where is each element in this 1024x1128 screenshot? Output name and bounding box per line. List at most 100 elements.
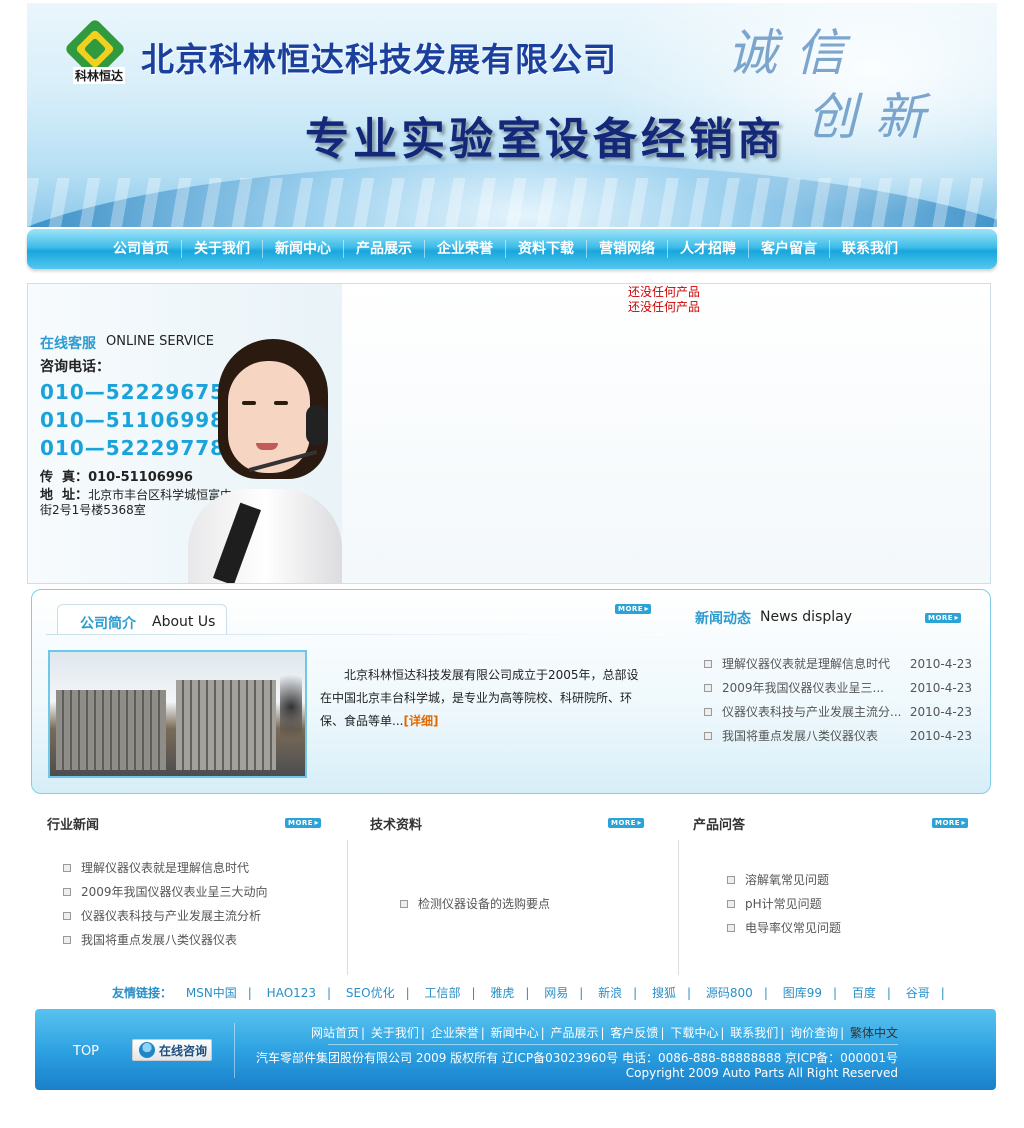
nav-item-contact[interactable]: 联系我们 [829, 240, 910, 258]
divider [328, 1044, 898, 1045]
footer-link-home[interactable]: 网站首页 [311, 1026, 359, 1040]
divider [46, 634, 664, 635]
user-icon [139, 1042, 155, 1058]
bullet-icon [727, 924, 735, 932]
news-item-title[interactable]: 理解仪器仪表就是理解信息时代 [722, 652, 902, 676]
list-item-label[interactable]: 溶解氧常见问题 [745, 873, 829, 887]
bullet-icon [727, 900, 735, 908]
company-building-image[interactable] [48, 650, 307, 778]
footer-link-contact[interactable]: 联系我们 [730, 1026, 778, 1040]
service-phone-label: 咨询电话： [40, 359, 110, 375]
about-title: 公司简介 [80, 616, 136, 632]
friend-link[interactable]: 图库99 [783, 986, 822, 1000]
bullet-icon [704, 660, 712, 668]
footer-link-downloads[interactable]: 下载中心 [670, 1026, 718, 1040]
headset-icon [306, 405, 328, 445]
friend-link[interactable]: 源码800 [706, 986, 753, 1000]
bullet-icon [63, 888, 71, 896]
friend-link[interactable]: 雅虎 [490, 986, 514, 1000]
industry-news-list: 理解仪器仪表就是理解信息时代 2009年我国仪器仪表业呈三大动向 仪器仪表科技与… [63, 856, 268, 952]
empty-product-notice-1: 还没任何产品 [628, 285, 701, 299]
back-to-top-link[interactable]: TOP [73, 1044, 99, 1059]
nav-item-honors[interactable]: 企业荣誉 [424, 240, 505, 258]
list-item[interactable]: 仪器仪表科技与产业发展主流分析 [63, 904, 268, 928]
news-item[interactable]: 仪器仪表科技与产业发展主流分... 2010-4-23 [702, 700, 972, 724]
list-item[interactable]: 电导率仪常见问题 [727, 916, 841, 940]
list-item-label[interactable]: 理解仪器仪表就是理解信息时代 [81, 861, 249, 875]
about-more-button[interactable]: MORE [615, 604, 651, 614]
company-name: 北京科林恒达科技发展有限公司 [141, 40, 617, 79]
bullet-icon [63, 912, 71, 920]
footer-link-honors[interactable]: 企业荣誉 [431, 1026, 479, 1040]
footer-link-feedback[interactable]: 客户反馈 [610, 1026, 658, 1040]
friend-link[interactable]: 搜狐 [652, 986, 676, 1000]
news-item-title[interactable]: 我国将重点发展八类仪器仪表 [722, 724, 902, 748]
friend-link[interactable]: 网易 [544, 986, 568, 1000]
about-title-en: About Us [152, 614, 216, 630]
list-item[interactable]: 检测仪器设备的选购要点 [400, 892, 550, 916]
product-faq-title: 产品问答 [693, 818, 746, 833]
footer-link-inquiry[interactable]: 询价查询 [790, 1026, 838, 1040]
nav-item-home[interactable]: 公司首页 [101, 240, 181, 258]
divider: | [480, 1026, 485, 1040]
list-item-label[interactable]: 2009年我国仪器仪表业呈三大动向 [81, 885, 268, 899]
main-nav: 公司首页 关于我们 新闻中心 产品展示 企业荣誉 资料下载 营销网络 人才招聘 … [27, 229, 997, 269]
address-label: 地 址： [40, 488, 89, 503]
footer-link-products[interactable]: 产品展示 [551, 1026, 599, 1040]
fax-number: 010-51106996 [88, 470, 193, 485]
list-item-label[interactable]: 仪器仪表科技与产业发展主流分析 [81, 909, 261, 923]
nav-item-news[interactable]: 新闻中心 [262, 240, 343, 258]
news-item-title[interactable]: 2009年我国仪器仪表业呈三... [722, 676, 902, 700]
news-item[interactable]: 2009年我国仪器仪表业呈三... 2010-4-23 [702, 676, 972, 700]
friend-link[interactable]: SEO优化 [346, 986, 395, 1000]
divider: | [720, 1026, 725, 1040]
divider: | [579, 986, 584, 1000]
bullet-icon [727, 876, 735, 884]
copyright-line-2: Copyright 2009 Auto Parts All Right Rese… [625, 1066, 898, 1080]
list-item[interactable]: 2009年我国仪器仪表业呈三大动向 [63, 880, 268, 904]
faq-more-button[interactable]: MORE [932, 818, 968, 828]
nav-item-network[interactable]: 营销网络 [586, 240, 667, 258]
nav-item-guestbook[interactable]: 客户留言 [748, 240, 829, 258]
list-item[interactable]: 我国将重点发展八类仪器仪表 [63, 928, 268, 952]
friend-link[interactable]: 谷哥 [906, 986, 930, 1000]
divider: | [327, 986, 332, 1000]
footer-link-news[interactable]: 新闻中心 [491, 1026, 539, 1040]
footer-link-traditional-chinese[interactable]: 繁体中文 [850, 1026, 898, 1040]
nav-item-jobs[interactable]: 人才招聘 [667, 240, 748, 258]
list-item[interactable]: 溶解氧常见问题 [727, 868, 841, 892]
nav-item-products[interactable]: 产品展示 [343, 240, 424, 258]
nav-item-about[interactable]: 关于我们 [181, 240, 262, 258]
list-item-label[interactable]: 检测仪器设备的选购要点 [418, 897, 550, 911]
footer-link-about[interactable]: 关于我们 [371, 1026, 419, 1040]
friend-links-label: 友情链接： [112, 986, 173, 1000]
news-item-title[interactable]: 仪器仪表科技与产业发展主流分... [722, 700, 902, 724]
news-item[interactable]: 理解仪器仪表就是理解信息时代 2010-4-23 [702, 652, 972, 676]
news-title: 新闻动态 [695, 611, 751, 627]
list-item[interactable]: 理解仪器仪表就是理解信息时代 [63, 856, 268, 880]
nav-item-downloads[interactable]: 资料下载 [505, 240, 586, 258]
online-consult-button[interactable]: 在线咨询 [132, 1039, 212, 1061]
friend-link[interactable]: 工信部 [424, 986, 460, 1000]
list-item[interactable]: pH计常见问题 [727, 892, 841, 916]
news-item[interactable]: 我国将重点发展八类仪器仪表 2010-4-23 [702, 724, 972, 748]
about-intro: 北京科林恒达科技发展有限公司成立于2005年，总部设在中国北京丰台科学城，是专业… [320, 664, 650, 733]
list-item-label[interactable]: pH计常见问题 [745, 897, 822, 911]
banner-motto-2: 创新 [807, 88, 943, 146]
divider: | [420, 1026, 425, 1040]
nav-list: 公司首页 关于我们 新闻中心 产品展示 企业荣誉 资料下载 营销网络 人才招聘 … [101, 229, 910, 269]
friend-link[interactable]: MSN中国 [186, 986, 237, 1000]
about-detail-link[interactable]: [详细] [403, 714, 438, 728]
friend-link[interactable]: 新浪 [598, 986, 622, 1000]
industry-more-button[interactable]: MORE [285, 818, 321, 828]
online-service-panel: 在线客服 ONLINE SERVICE 咨询电话： 010—52229675 0… [28, 284, 342, 583]
site-footer: TOP 在线咨询 网站首页 | 关于我们 | 企业荣誉 | 新闻中心 | 产品展示 | 客… [35, 1009, 996, 1090]
divider: | [540, 1026, 545, 1040]
news-list: 理解仪器仪表就是理解信息时代 2010-4-23 2009年我国仪器仪表业呈三..… [702, 652, 972, 748]
friend-link[interactable]: HAO123 [267, 986, 316, 1000]
tech-more-button[interactable]: MORE [608, 818, 644, 828]
news-more-button[interactable]: MORE [925, 613, 961, 623]
friend-link[interactable]: 百度 [852, 986, 876, 1000]
list-item-label[interactable]: 我国将重点发展八类仪器仪表 [81, 933, 237, 947]
list-item-label[interactable]: 电导率仪常见问题 [745, 921, 841, 935]
